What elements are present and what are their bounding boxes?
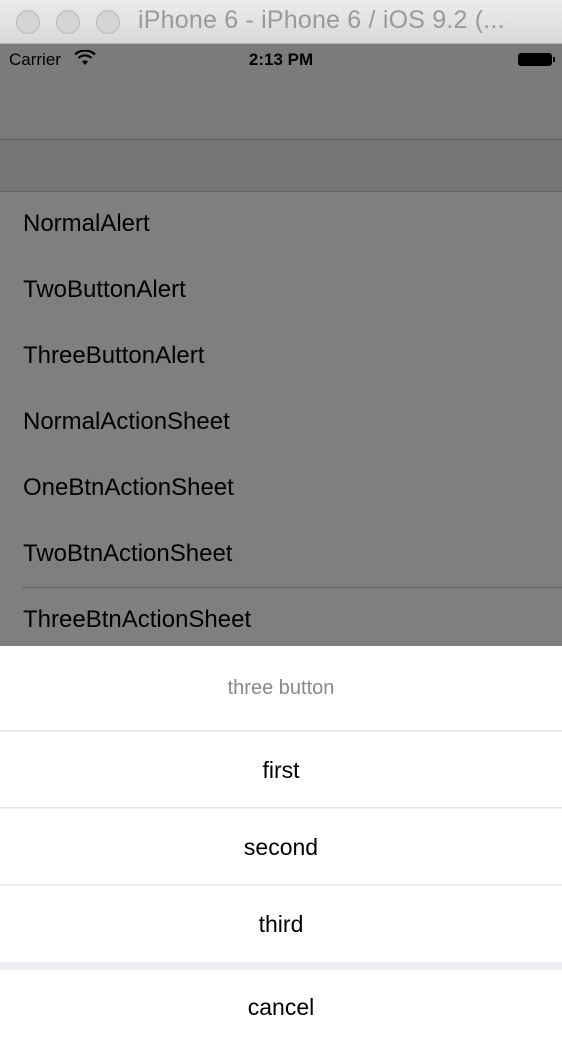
window-minimize-button[interactable] (56, 10, 80, 34)
window-titlebar: iPhone 6 - iPhone 6 / iOS 9.2 (... (0, 0, 562, 44)
window-zoom-button[interactable] (96, 10, 120, 34)
window-title: iPhone 6 - iPhone 6 / iOS 9.2 (... (138, 6, 505, 34)
cancel-button[interactable]: cancel (0, 970, 562, 1044)
first-button[interactable]: first (0, 732, 562, 808)
action-sheet: three button first second third cancel (0, 646, 562, 1044)
window-close-button[interactable] (16, 10, 40, 34)
second-button[interactable]: second (0, 809, 562, 885)
action-sheet-title: three button (0, 646, 562, 731)
device-screen: Carrier 2:13 PM NormalAlert TwoButtonAle… (0, 44, 562, 1044)
third-button[interactable]: third (0, 886, 562, 962)
